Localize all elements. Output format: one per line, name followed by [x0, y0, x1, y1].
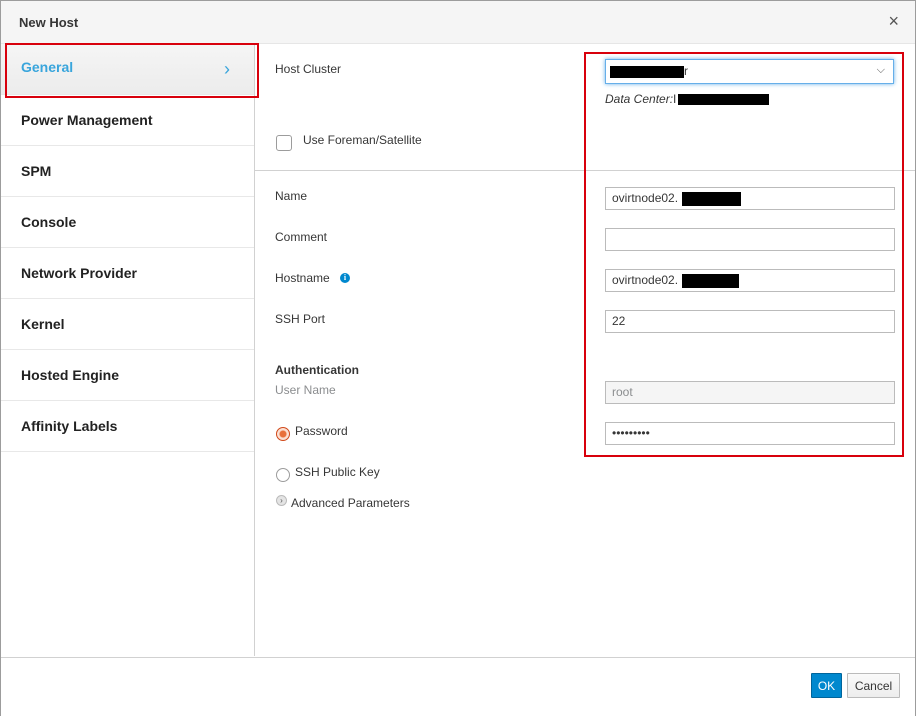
sidebar-item-affinity-labels[interactable]: Affinity Labels — [1, 401, 254, 452]
ssh-port-label: SSH Port — [275, 312, 326, 326]
hostname-field[interactable]: ovirtnode02. — [605, 269, 895, 292]
chevron-right-icon: › — [224, 59, 230, 79]
close-icon[interactable]: × — [888, 11, 899, 32]
dialog-header: New Host × — [1, 1, 915, 44]
sidebar-item-label: Power Management — [21, 112, 153, 128]
ssh-port-field[interactable]: 22 — [605, 310, 895, 333]
password-field[interactable]: ••••••••• — [605, 422, 895, 445]
sidebar-item-label: Hosted Engine — [21, 367, 120, 383]
sidebar-item-network-provider[interactable]: Network Provider — [1, 248, 254, 299]
dialog-title: New Host — [19, 15, 79, 30]
hostname-label: Hostname — [275, 271, 330, 285]
data-center-value: I — [673, 92, 677, 106]
host-cluster-select[interactable]: r ⌵ — [605, 59, 894, 84]
hostname-value: ovirtnode02. — [612, 273, 679, 287]
name-label: Name — [275, 189, 308, 203]
redacted-block — [682, 192, 741, 206]
sidebar-item-kernel[interactable]: Kernel — [1, 299, 254, 350]
host-cluster-label: Host Cluster — [275, 62, 342, 76]
username-field: root — [605, 381, 895, 404]
sidebar-item-label: Network Provider — [21, 265, 137, 281]
sidebar-item-label: Kernel — [21, 316, 65, 332]
use-foreman-checkbox[interactable] — [276, 135, 292, 151]
redacted-block — [678, 94, 769, 105]
host-cluster-value-suffix: r — [684, 64, 688, 78]
sidebar-item-label: Affinity Labels — [21, 418, 118, 434]
use-foreman-label: Use Foreman/Satellite — [303, 133, 422, 147]
name-value: ovirtnode02. — [612, 191, 679, 205]
dialog-footer: OK Cancel — [1, 657, 915, 716]
sidebar-item-console[interactable]: Console — [1, 197, 254, 248]
sidebar-item-hosted-engine[interactable]: Hosted Engine — [1, 350, 254, 401]
sidebar-item-label: General — [21, 59, 74, 75]
comment-field[interactable] — [605, 228, 895, 251]
advanced-parameters-link[interactable]: Advanced Parameters — [291, 496, 410, 510]
ok-button[interactable]: OK — [811, 673, 842, 698]
redacted-block — [682, 274, 739, 288]
cancel-button[interactable]: Cancel — [847, 673, 900, 698]
sidebar-item-label: Console — [21, 214, 77, 230]
sidebar-item-general[interactable]: General › — [1, 44, 254, 95]
name-field[interactable]: ovirtnode02. — [605, 187, 895, 210]
ssh-public-key-label: SSH Public Key — [295, 465, 380, 479]
password-radio[interactable] — [276, 427, 290, 441]
password-label: Password — [295, 424, 348, 438]
authentication-heading: Authentication — [275, 363, 359, 377]
sidebar-item-spm[interactable]: SPM — [1, 146, 254, 197]
redacted-block — [610, 66, 684, 78]
username-label: User Name — [275, 383, 336, 397]
general-tab-content: Host Cluster r ⌵ Data Center: I Use Fore… — [255, 44, 915, 656]
ssh-public-key-radio[interactable] — [276, 468, 290, 482]
comment-label: Comment — [275, 230, 328, 244]
new-host-dialog: New Host × General › Power Management SP… — [0, 0, 916, 716]
data-center-label: Data Center: — [605, 92, 674, 106]
info-icon[interactable]: i — [340, 273, 350, 283]
sidebar-item-power-management[interactable]: Power Management — [1, 95, 254, 146]
sidebar: General › Power Management SPM Console N… — [1, 44, 255, 656]
section-divider — [255, 170, 915, 171]
sidebar-item-label: SPM — [21, 163, 52, 179]
chevron-down-icon: ⌵ — [876, 64, 885, 76]
expand-arrow-icon[interactable]: › — [276, 495, 287, 506]
